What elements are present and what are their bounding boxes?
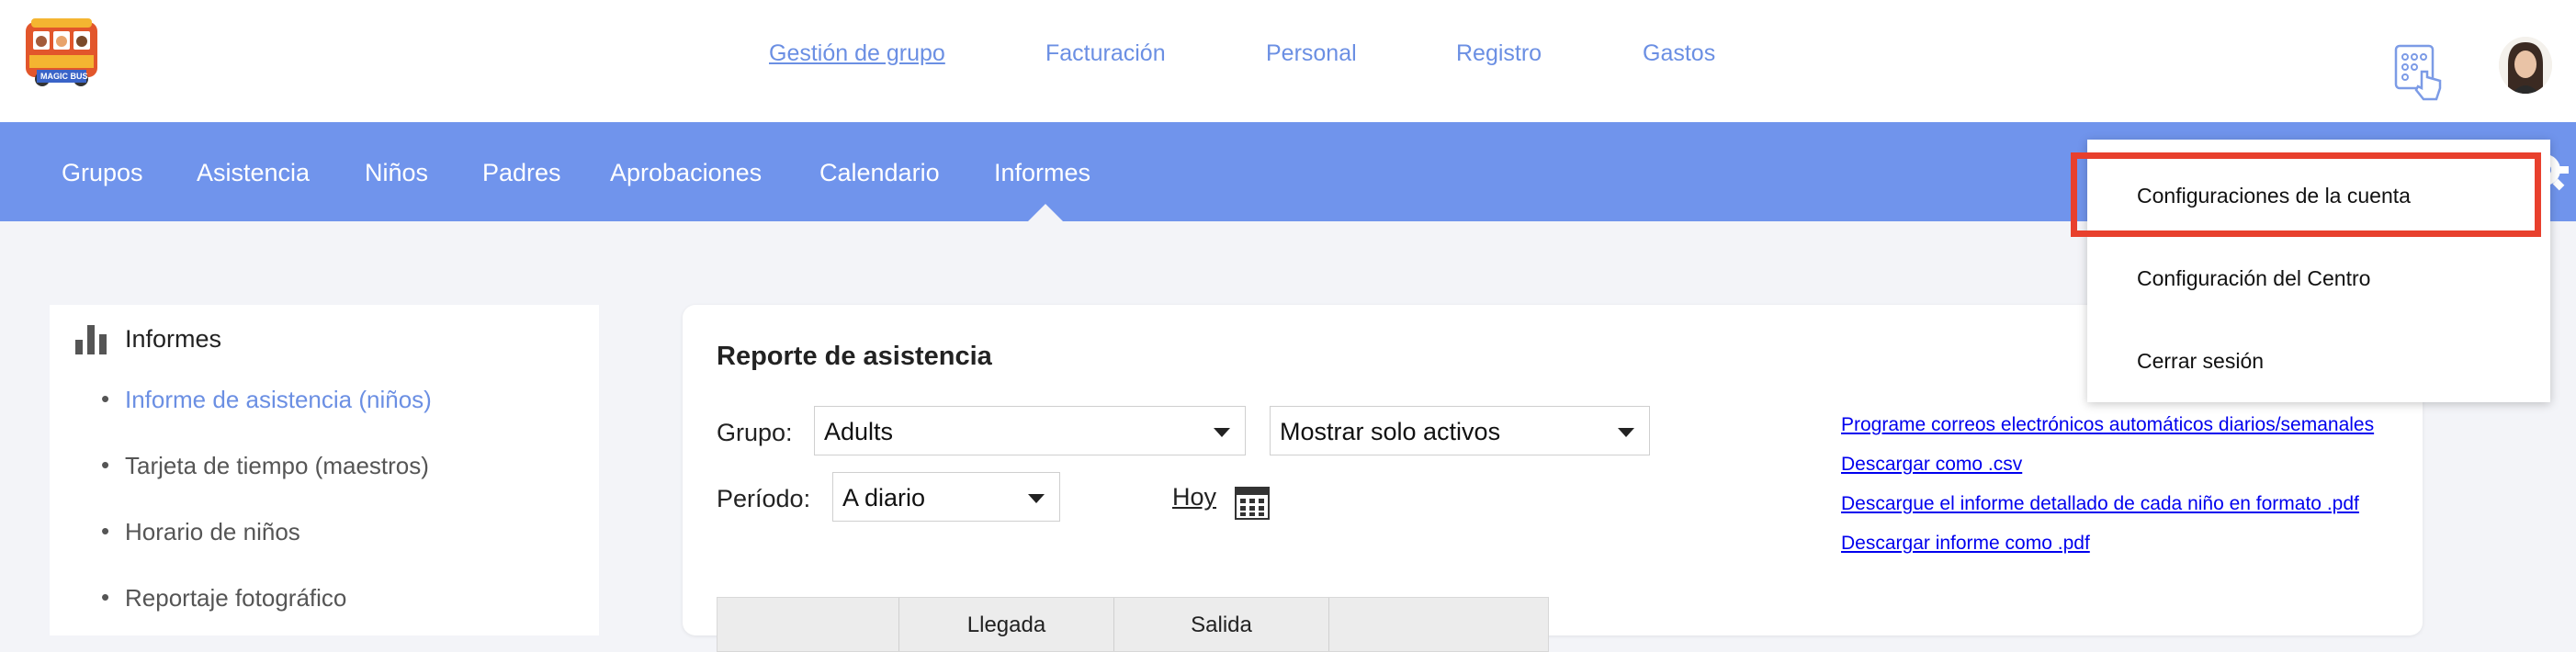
- report-title: Reporte de asistencia: [717, 342, 992, 371]
- sidebar-item-horario-ninos[interactable]: Horario de niños: [101, 517, 300, 546]
- top-bar: MAGIC BUS Gestión de grupo Facturación P…: [0, 0, 2576, 122]
- group-select[interactable]: Adults: [814, 406, 1246, 455]
- group-label: Grupo:: [717, 419, 793, 446]
- report-table-header: Llegada Salida: [717, 597, 1549, 652]
- top-nav-personal[interactable]: Personal: [1266, 40, 1357, 67]
- nav-aprobaciones[interactable]: Aprobaciones: [610, 159, 762, 187]
- sidebar-heading-label: Informes: [125, 325, 222, 353]
- status-select[interactable]: Mostrar solo activos: [1270, 406, 1650, 455]
- menu-item-center-settings[interactable]: Configuración del Centro: [2137, 266, 2370, 291]
- download-child-pdf-link[interactable]: Descargue el informe detallado de cada n…: [1841, 493, 2359, 515]
- sidebar-item-reportaje-fotografico[interactable]: Reportaje fotográfico: [101, 583, 346, 613]
- sidebar-item-tarjeta-tiempo[interactable]: Tarjeta de tiempo (maestros): [101, 451, 429, 480]
- download-csv-link[interactable]: Descargar como .csv: [1841, 454, 2022, 476]
- nav-informes[interactable]: Informes: [994, 159, 1090, 187]
- nav-grupos[interactable]: Grupos: [62, 159, 143, 187]
- chevron-down-icon: [1618, 428, 1634, 437]
- status-select-value: Mostrar solo activos: [1280, 418, 1501, 445]
- top-nav-facturacion[interactable]: Facturación: [1045, 40, 1166, 67]
- table-header-arrival: Llegada: [899, 598, 1114, 651]
- top-navigation: Gestión de grupo Facturación Personal Re…: [0, 40, 2576, 77]
- period-label: Período:: [717, 485, 811, 512]
- reports-sidebar: Informes Informe de asistencia (niños) T…: [50, 305, 599, 635]
- chevron-down-icon: [1028, 494, 1045, 503]
- active-nav-indicator: [1027, 204, 1064, 222]
- table-header-departure: Salida: [1114, 598, 1329, 651]
- today-link[interactable]: Hoy: [1172, 483, 1216, 511]
- menu-item-logout[interactable]: Cerrar sesión: [2137, 349, 2264, 374]
- bar-chart-icon: [75, 325, 107, 354]
- chevron-down-icon: [1214, 428, 1230, 437]
- schedule-emails-link[interactable]: Programe correos electrónicos automático…: [1841, 414, 2374, 436]
- nav-asistencia[interactable]: Asistencia: [197, 159, 310, 187]
- top-nav-gestion-de-grupo[interactable]: Gestión de grupo: [769, 40, 945, 67]
- period-select[interactable]: A diario: [832, 472, 1060, 522]
- table-header-cell: [717, 598, 899, 651]
- nav-padres[interactable]: Padres: [482, 159, 561, 187]
- highlight-box: [2071, 152, 2541, 237]
- keypad-touch-icon[interactable]: [2394, 44, 2446, 101]
- download-report-pdf-link[interactable]: Descargar informe como .pdf: [1841, 533, 2090, 555]
- period-select-value: A diario: [842, 484, 926, 511]
- nav-ninos[interactable]: Niños: [365, 159, 428, 187]
- user-avatar[interactable]: [2499, 37, 2552, 94]
- nav-calendario[interactable]: Calendario: [819, 159, 940, 187]
- calendar-icon[interactable]: [1235, 487, 1270, 520]
- group-select-value: Adults: [824, 418, 894, 445]
- top-nav-registro[interactable]: Registro: [1456, 40, 1542, 67]
- table-header-cell: [1329, 598, 1548, 651]
- sidebar-item-informe-asistencia[interactable]: Informe de asistencia (niños): [101, 385, 432, 414]
- top-nav-gastos[interactable]: Gastos: [1643, 40, 1715, 67]
